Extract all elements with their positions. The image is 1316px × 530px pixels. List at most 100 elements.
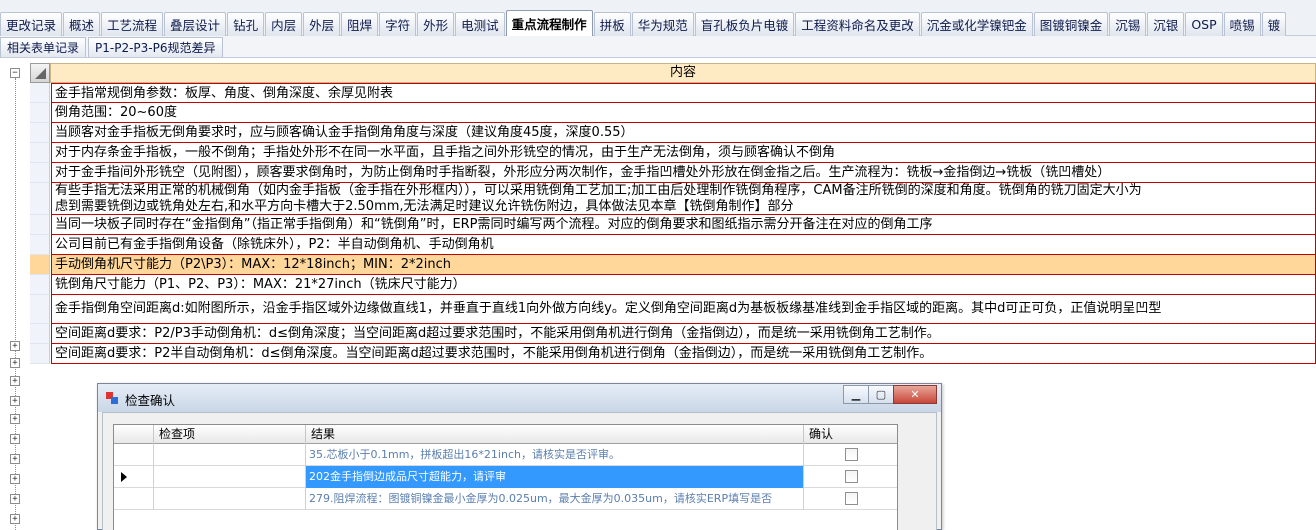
tab-17[interactable]: 图镀铜镍金 <box>1033 12 1109 36</box>
content-cell[interactable]: 有些手指无法采用正常的机械倒角（如内金手指板（金手指在外形框内）），可以采用铣倒… <box>51 183 1316 215</box>
check-row[interactable]: 35.芯板小于0.1mm，拼板超出16*21inch，请核实是否评审。 <box>114 444 897 466</box>
result-cell[interactable]: 279.阻焊流程：图镀铜镍金最小金厚为0.025um，最大金厚为0.035um，… <box>306 488 804 510</box>
tab-11[interactable]: 重点流程制作 <box>505 10 593 36</box>
sub-tab-1[interactable]: P1-P2-P3-P6规范差异 <box>88 37 223 57</box>
row-header-column <box>114 425 154 444</box>
check-item-cell[interactable] <box>154 444 306 466</box>
row-selector[interactable] <box>30 344 50 364</box>
row-header-cell[interactable] <box>114 488 154 510</box>
column-check-item[interactable]: 检查项 <box>154 425 306 444</box>
row-selector[interactable] <box>30 215 50 235</box>
content-cell[interactable]: 铣倒角尺寸能力（P1、P2、P3）：MAX：21*27inch（铣床尺寸能力） <box>51 275 1316 295</box>
row-selector[interactable] <box>30 83 50 103</box>
content-cell[interactable]: 对于金手指间外形铣空（见附图），顾客要求倒角时，为防止倒角时手指断裂，外形应分两… <box>51 163 1316 183</box>
content-cell[interactable]: 当顾客对金手指板无倒角要求时，应与顾客确认金手指倒角角度与深度（建议角度45度，… <box>51 123 1316 143</box>
column-confirm[interactable]: 确认 <box>804 425 897 444</box>
grid-row[interactable]: 金手指倒角空间距离d:如附图所示，沿金手指区域外边缘做直线1，并垂直于直线1向外… <box>30 295 1316 324</box>
tab-12[interactable]: 拼板 <box>593 12 631 36</box>
expand-icon[interactable]: + <box>10 341 20 351</box>
row-selector[interactable] <box>30 235 50 255</box>
content-cell[interactable]: 公司目前已有金手指倒角设备（除铣床外），P2：半自动倒角机、手动倒角机 <box>51 235 1316 255</box>
check-item-cell[interactable] <box>154 488 306 510</box>
tab-4[interactable]: 钻孔 <box>227 12 265 36</box>
tab-10[interactable]: 电测试 <box>455 12 505 36</box>
tab-18[interactable]: 沉锡 <box>1109 12 1147 36</box>
tab-2[interactable]: 工艺流程 <box>101 12 164 36</box>
row-selector[interactable] <box>30 275 50 295</box>
expand-icon[interactable]: + <box>10 474 20 484</box>
grid-row[interactable]: 倒角范围：20~60度 <box>30 103 1316 123</box>
check-row[interactable]: 279.阻焊流程：图镀铜镍金最小金厚为0.025um，最大金厚为0.035um，… <box>114 488 897 510</box>
result-cell[interactable]: 202金手指倒边成品尺寸超能力，请评审 <box>306 466 804 488</box>
expand-icon[interactable]: + <box>10 514 20 524</box>
tab-22[interactable]: 镀 <box>1261 12 1287 36</box>
confirm-checkbox[interactable] <box>845 492 858 505</box>
content-cell[interactable]: 对于内存条金手指板，一般不倒角；手指处外形不在同一水平面，且手指之间外形铣空的情… <box>51 143 1316 163</box>
column-result[interactable]: 结果 <box>306 425 804 444</box>
grid-row[interactable]: 对于金手指间外形铣空（见附图），顾客要求倒角时，为防止倒角时手指断裂，外形应分两… <box>30 163 1316 183</box>
result-cell[interactable]: 35.芯板小于0.1mm，拼板超出16*21inch，请核实是否评审。 <box>306 444 804 466</box>
collapse-icon[interactable]: − <box>10 68 20 78</box>
grid-row[interactable]: 空间距离d要求：P2/P3手动倒角机：d≤倒角深度；当空间距离d超过要求范围时，… <box>30 324 1316 344</box>
grid-row[interactable]: 公司目前已有金手指倒角设备（除铣床外），P2：半自动倒角机、手动倒角机 <box>30 235 1316 255</box>
content-cell[interactable]: 手动倒角机尺寸能力（P2\P3）：MAX：12*18inch；MIN：2*2in… <box>51 255 1316 275</box>
grid-row[interactable]: 有些手指无法采用正常的机械倒角（如内金手指板（金手指在外形框内）），可以采用铣倒… <box>30 183 1316 215</box>
expand-icon[interactable]: + <box>10 358 20 368</box>
tab-8[interactable]: 字符 <box>379 12 417 36</box>
check-item-cell[interactable] <box>154 466 306 488</box>
tab-13[interactable]: 华为规范 <box>631 12 694 36</box>
grid-row[interactable]: 空间距离d要求：P2半自动倒角机：d≤倒角深度。当空间距离d超过要求范围时，不能… <box>30 344 1316 364</box>
row-selector[interactable] <box>30 324 50 344</box>
row-selector[interactable] <box>30 163 50 183</box>
expand-icon[interactable]: + <box>10 414 20 424</box>
content-cell[interactable]: 金手指常规倒角参数：板厚、角度、倒角深度、余厚见附表 <box>51 83 1316 103</box>
row-selector[interactable] <box>30 295 50 324</box>
confirm-checkbox[interactable] <box>845 470 858 483</box>
tab-9[interactable]: 外形 <box>417 12 455 36</box>
tab-5[interactable]: 内层 <box>265 12 303 36</box>
content-cell[interactable]: 倒角范围：20~60度 <box>51 103 1316 123</box>
grid-row[interactable]: 铣倒角尺寸能力（P1、P2、P3）：MAX：21*27inch（铣床尺寸能力） <box>30 275 1316 295</box>
close-button[interactable]: ✕ <box>893 385 937 404</box>
check-row[interactable]: 202金手指倒边成品尺寸超能力，请评审 <box>114 466 897 488</box>
row-selector[interactable] <box>30 123 50 143</box>
row-header-cell[interactable] <box>114 466 154 488</box>
grid-row[interactable]: 当顾客对金手指板无倒角要求时，应与顾客确认金手指倒角角度与深度（建议角度45度，… <box>30 123 1316 143</box>
expand-icon[interactable]: + <box>10 454 20 464</box>
tab-3[interactable]: 叠层设计 <box>164 12 227 36</box>
content-cell[interactable]: 空间距离d要求：P2/P3手动倒角机：d≤倒角深度；当空间距离d超过要求范围时，… <box>51 324 1316 344</box>
row-header-cell[interactable] <box>114 444 154 466</box>
minimize-button[interactable]: ▁ <box>843 385 869 404</box>
grid-row[interactable]: 手动倒角机尺寸能力（P2\P3）：MAX：12*18inch；MIN：2*2in… <box>30 255 1316 275</box>
tab-1[interactable]: 概述 <box>63 12 101 36</box>
expand-icon[interactable]: + <box>10 494 20 504</box>
content-cell[interactable]: 当同一块板子同时存在“金指倒角”（指正常手指倒角）和“铣倒角”时，ERP需同时编… <box>51 215 1316 235</box>
tab-7[interactable]: 阻焊 <box>341 12 379 36</box>
expand-icon[interactable]: + <box>10 434 20 444</box>
content-cell[interactable]: 金手指倒角空间距离d:如附图所示，沿金手指区域外边缘做直线1，并垂直于直线1向外… <box>51 295 1316 324</box>
grid-row[interactable]: 金手指常规倒角参数：板厚、角度、倒角深度、余厚见附表 <box>30 83 1316 103</box>
row-selector[interactable] <box>30 183 50 215</box>
expand-icon[interactable]: + <box>10 396 20 406</box>
grid-row[interactable]: 当同一块板子同时存在“金指倒角”（指正常手指倒角）和“铣倒角”时，ERP需同时编… <box>30 215 1316 235</box>
row-selector[interactable] <box>30 103 50 123</box>
tab-0[interactable]: 更改记录 <box>0 12 63 36</box>
tab-15[interactable]: 工程资料命名及更改 <box>795 12 920 36</box>
maximize-button[interactable]: ▢ <box>868 385 894 404</box>
select-all-corner[interactable] <box>30 63 50 83</box>
tab-16[interactable]: 沉金或化学镍钯金 <box>920 12 1033 36</box>
sub-tab-0[interactable]: 相关表单记录 <box>0 37 87 57</box>
confirm-checkbox[interactable] <box>845 448 858 461</box>
dialog-title-bar[interactable]: 检查确认 ▁ ▢ ✕ <box>98 384 941 412</box>
column-header-content[interactable]: 内容 <box>50 63 1316 83</box>
expand-icon[interactable]: + <box>10 376 20 386</box>
tab-21[interactable]: 喷锡 <box>1223 12 1261 36</box>
tab-14[interactable]: 盲孔板负片电镀 <box>694 12 795 36</box>
tab-6[interactable]: 外层 <box>303 12 341 36</box>
grid-row[interactable]: 对于内存条金手指板，一般不倒角；手指处外形不在同一水平面，且手指之间外形铣空的情… <box>30 143 1316 163</box>
content-cell[interactable]: 空间距离d要求：P2半自动倒角机：d≤倒角深度。当空间距离d超过要求范围时，不能… <box>51 344 1316 364</box>
tab-20[interactable]: OSP <box>1185 12 1223 36</box>
tab-19[interactable]: 沉银 <box>1147 12 1185 36</box>
row-selector[interactable] <box>30 143 50 163</box>
row-selector[interactable] <box>30 255 50 275</box>
